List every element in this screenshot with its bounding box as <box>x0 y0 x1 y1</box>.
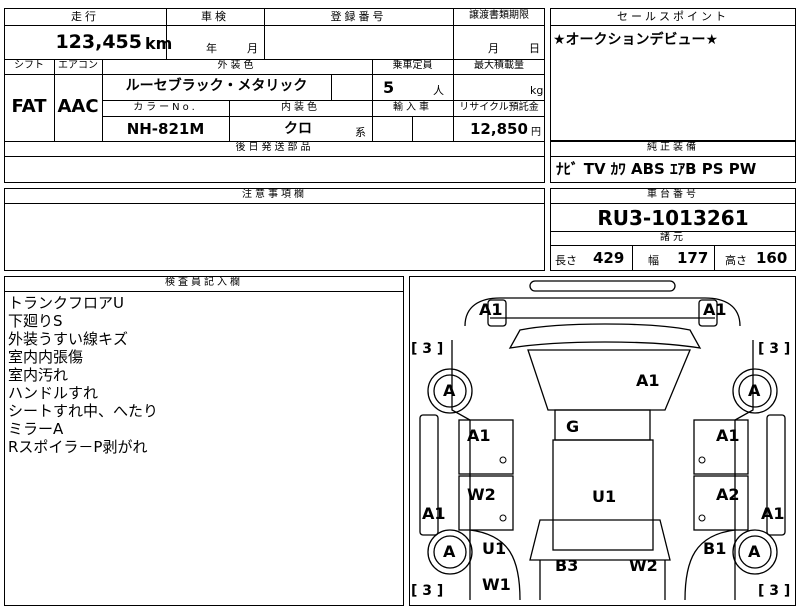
remark-line: トランクフロアU <box>8 294 124 312</box>
capacity-value: 5 <box>383 78 395 97</box>
mark-center-top: G <box>566 417 580 436</box>
remark-line: 室内内張傷 <box>8 348 84 366</box>
tire-label-rr: A <box>748 542 761 561</box>
remark-line: 室内汚れ <box>8 366 69 384</box>
aircon-value: AAC <box>57 96 99 117</box>
caution-header: 注意事項欄 <box>242 189 307 200</box>
width-label: 幅 <box>648 254 659 267</box>
remark-line: 下廻りS <box>8 312 63 330</box>
mark-rear-qtr-left: U1 <box>482 539 507 558</box>
mark-center: U1 <box>592 487 617 506</box>
height-value: 160 <box>756 249 788 267</box>
max-load-header: 最大積載量 <box>474 60 524 71</box>
mark-door-fr: A1 <box>716 426 740 445</box>
mileage-unit: km <box>145 34 173 53</box>
mark-roof: A1 <box>636 371 660 390</box>
capacity-header: 乗車定員 <box>392 60 433 71</box>
mark-door-fl: A1 <box>467 426 491 445</box>
sales-point-box <box>550 8 796 141</box>
tire-label-rl: A <box>443 542 456 561</box>
bracket-rr: [ 3 ] <box>758 583 791 599</box>
length-value: 429 <box>593 249 625 267</box>
remark-line: ハンドルすれ <box>8 384 99 402</box>
mark-front-left: A1 <box>479 300 503 319</box>
tire-label-fl: A <box>443 381 456 400</box>
remark-line: シートすれ中、へたり <box>8 402 159 420</box>
remark-line: 外装うすい線キズ <box>8 330 129 348</box>
inspector-header: 検査員記入欄 <box>165 277 243 288</box>
color-no-value: NH-821M <box>126 120 205 138</box>
height-label: 高さ <box>725 254 747 267</box>
interior-color-suffix: 系 <box>355 126 366 139</box>
chassis-header: 車台番号 <box>647 189 699 200</box>
aircon-header: エアコン <box>58 60 98 71</box>
registration-header: 登録番号 <box>330 10 387 23</box>
interior-color-value: クロ <box>284 121 312 137</box>
bracket-fl: [ 3 ] <box>411 341 444 357</box>
remark-line: ミラーA <box>8 420 64 438</box>
capacity-unit: 人 <box>433 84 444 97</box>
deadline-month-label: 月 <box>488 42 499 55</box>
shaken-month-label: 月 <box>247 42 258 55</box>
exterior-color-header: 外装色 <box>217 60 257 71</box>
recycle-value: 12,850 <box>470 120 528 138</box>
equipment-header: 純正装備 <box>647 142 699 153</box>
import-header: 輸入車 <box>393 102 432 113</box>
mark-door-rl: W2 <box>467 485 496 504</box>
chassis-number: RU3-1013261 <box>597 206 749 230</box>
mileage-value: 123,455 <box>55 31 142 53</box>
mark-door-rr: A2 <box>716 485 740 504</box>
color-no-header: カラーNo. <box>133 102 198 113</box>
equipment-text: ﾅﾋﾞ TV ｶﾜ ABS ｴｱB PS PW <box>556 160 757 178</box>
length-label: 長さ <box>555 254 577 267</box>
spec-header: 諸元 <box>660 232 686 243</box>
deadline-header: 譲渡書類期限 <box>469 10 529 21</box>
mileage-header: 走行 <box>71 10 99 23</box>
deadline-day-label: 日 <box>529 42 540 55</box>
interior-color-header: 内装色 <box>281 102 320 113</box>
tire-label-fr: A <box>748 381 761 400</box>
shift-value: FAT <box>11 96 47 117</box>
load-unit: kg <box>530 84 544 97</box>
shift-header: シフト <box>14 60 44 71</box>
mark-front-right: A1 <box>703 300 727 319</box>
caution-box <box>4 188 545 271</box>
shaken-year-label: 年 <box>206 42 217 55</box>
bracket-fr: [ 3 ] <box>758 341 791 357</box>
sales-point-text: ★オークションデビュー★ <box>553 32 719 48</box>
mark-bottom-left: W1 <box>482 575 511 594</box>
width-value: 177 <box>677 249 709 267</box>
mark-rear-left: B3 <box>555 556 579 575</box>
recycle-header: リサイクル預託金 <box>459 102 539 113</box>
mark-side-right: A1 <box>761 504 785 523</box>
exterior-color-value: ルーセブラック・メタリック <box>125 78 308 94</box>
recycle-unit: 円 <box>531 127 541 138</box>
mark-side-left: A1 <box>422 504 446 523</box>
mark-rear-right: W2 <box>629 556 658 575</box>
shaken-header: 車検 <box>201 10 229 23</box>
remark-line: Rスポイラ－P剥がれ <box>8 438 148 456</box>
later-parts-header: 後日発送部品 <box>235 142 314 153</box>
bracket-rl: [ 3 ] <box>411 583 444 599</box>
mark-rear-qtr-right: B1 <box>703 539 727 558</box>
sales-point-header: セールスポイント <box>617 10 729 23</box>
